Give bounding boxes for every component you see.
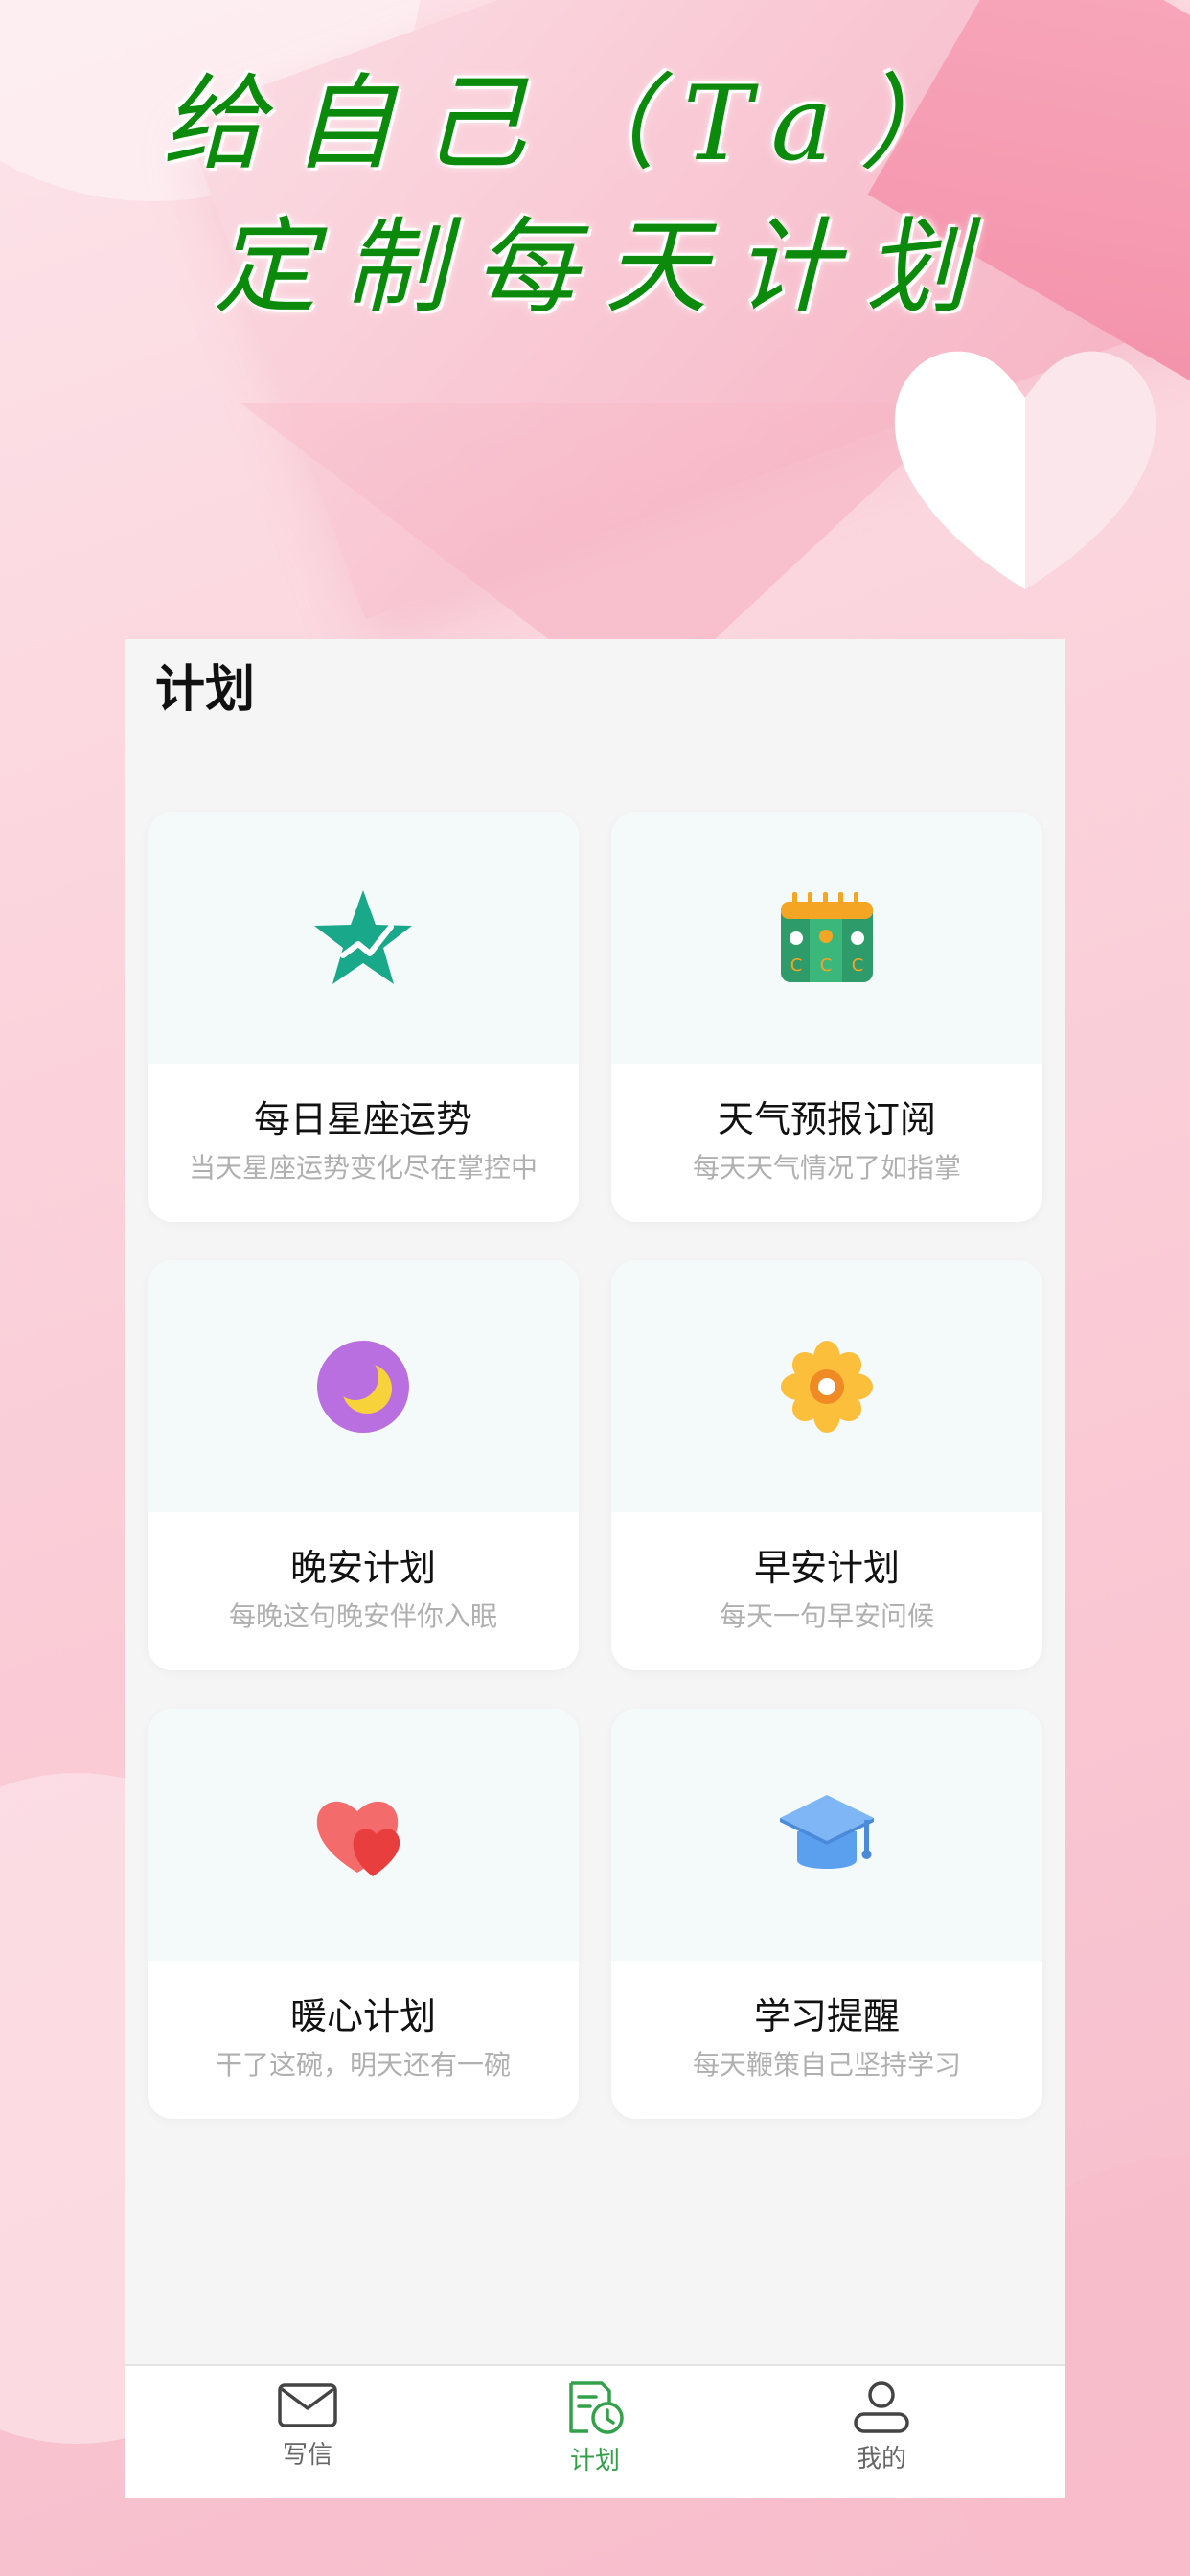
card-title: 晚安计划 [289,1547,436,1589]
tab-mine[interactable]: 我的 [786,2380,977,2495]
svg-text:C: C [852,955,864,976]
card-subtitle: 每晚这句晚安伴你入眠 [228,1600,497,1632]
tab-label: 我的 [856,2445,906,2473]
plan-card-study-reminder[interactable]: 学习提醒 每天鞭策自己坚持学习 [611,1709,1042,2119]
heart-icon [313,1792,413,1878]
moon-icon [315,1339,411,1435]
plan-card-warm-heart[interactable]: 暖心计划 干了这碗，明天还有一碗 [148,1709,579,2119]
user-icon [854,2381,909,2433]
star-chart-icon [310,886,416,990]
headline-line-1: 给自己（Ta） [161,64,991,184]
graduation-cap-icon [776,1789,878,1881]
tab-label: 写信 [282,2441,332,2470]
card-title: 天气预报订阅 [717,1098,936,1140]
card-title: 学习提醒 [753,1995,900,2037]
paper-heart-icon [894,351,1156,589]
svg-text:C: C [790,955,803,976]
weather-calendar-icon: C C C [777,890,877,986]
card-subtitle: 每天鞭策自己坚持学习 [692,2049,961,2081]
card-subtitle: 干了这碗，明天还有一碗 [215,2049,511,2081]
card-subtitle: 当天星座运势变化尽在掌控中 [188,1152,538,1184]
headline-line-2: 定制每天计划 [213,208,995,328]
plan-clock-icon [569,2381,624,2434]
card-icon-area: C C C [611,812,1042,1064]
sun-flower-icon [779,1339,875,1435]
card-subtitle: 每天天气情况了如指掌 [692,1152,961,1184]
card-title: 早安计划 [753,1547,900,1589]
card-subtitle: 每天一句早安问候 [719,1600,934,1632]
tab-plan[interactable]: 计划 [499,2380,691,2495]
card-title: 每日星座运势 [253,1098,472,1140]
app-screen: 计划 每日星座运势 当天星座运势变化尽在掌控中 C C C 天气预报订阅 每天天… [125,639,1065,2498]
bottom-tab-bar: 写信 计划 我的 [125,2364,1065,2498]
card-icon-area [611,1709,1042,1961]
promo-headline: 给自己（Ta） 定制每天计划 [0,58,1190,335]
mail-icon [278,2383,337,2427]
plan-card-weather[interactable]: C C C 天气预报订阅 每天天气情况了如指掌 [611,812,1042,1222]
tab-write-letter[interactable]: 写信 [212,2380,403,2495]
plan-card-good-morning[interactable]: 早安计划 每天一句早安问候 [611,1260,1042,1670]
plan-card-horoscope[interactable]: 每日星座运势 当天星座运势变化尽在掌控中 [148,812,579,1222]
card-title: 暖心计划 [289,1995,436,2037]
tab-label: 计划 [569,2447,620,2475]
svg-text:C: C [820,955,833,976]
card-icon-area [148,1260,579,1512]
page-title: 计划 [155,661,256,719]
plan-card-good-night[interactable]: 晚安计划 每晚这句晚安伴你入眠 [148,1260,579,1670]
card-icon-area [611,1260,1042,1512]
card-icon-area [148,1709,579,1961]
card-icon-area [148,812,579,1064]
